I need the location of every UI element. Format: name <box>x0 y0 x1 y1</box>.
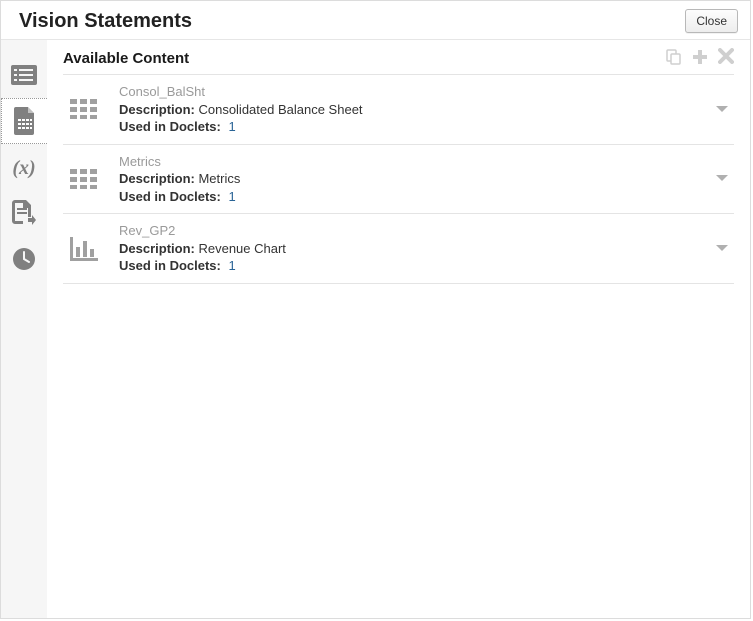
export-doc-icon <box>12 200 36 226</box>
delete-icon[interactable] <box>718 48 734 68</box>
item-expand-button[interactable] <box>710 102 734 117</box>
item-expand-button[interactable] <box>710 241 734 256</box>
tab-export[interactable] <box>1 190 47 236</box>
content-item[interactable]: Metrics Description: Metrics Used in Doc… <box>63 144 734 214</box>
item-description-row: Description: Metrics <box>119 170 696 188</box>
clock-icon <box>12 247 36 271</box>
document-icon <box>14 107 36 135</box>
tab-list[interactable] <box>1 52 47 98</box>
panel-actions <box>666 48 734 68</box>
item-body: Metrics Description: Metrics Used in Doc… <box>119 153 696 206</box>
panel-title: Available Content <box>63 50 189 67</box>
used-value[interactable]: 1 <box>228 189 235 204</box>
list-icon <box>11 65 37 85</box>
item-name: Metrics <box>119 153 696 171</box>
used-label: Used in Doclets: <box>119 258 221 273</box>
chevron-down-icon <box>716 106 728 114</box>
item-body: Consol_BalSht Description: Consolidated … <box>119 83 696 136</box>
chart-icon <box>63 237 105 261</box>
item-body: Rev_GP2 Description: Revenue Chart Used … <box>119 222 696 275</box>
used-value[interactable]: 1 <box>228 258 235 273</box>
chevron-down-icon <box>716 175 728 183</box>
side-tabs: (x) <box>1 40 47 618</box>
main-panel: Available Content <box>47 40 750 618</box>
item-expand-button[interactable] <box>710 171 734 186</box>
used-label: Used in Doclets: <box>119 119 221 134</box>
variable-icon: (x) <box>10 155 38 179</box>
add-icon[interactable] <box>692 49 708 68</box>
description-value: Consolidated Balance Sheet <box>198 102 362 117</box>
dialog-header: Vision Statements Close <box>1 1 750 40</box>
item-used-row: Used in Doclets: 1 <box>119 257 696 275</box>
close-button[interactable]: Close <box>685 9 738 33</box>
item-description-row: Description: Consolidated Balance Sheet <box>119 101 696 119</box>
panel-header: Available Content <box>63 46 734 74</box>
item-name: Consol_BalSht <box>119 83 696 101</box>
description-label: Description: <box>119 102 195 117</box>
item-used-row: Used in Doclets: 1 <box>119 118 696 136</box>
content-item[interactable]: Rev_GP2 Description: Revenue Chart Used … <box>63 213 734 284</box>
description-value: Metrics <box>198 171 240 186</box>
item-description-row: Description: Revenue Chart <box>119 240 696 258</box>
dialog-body: (x) Available Content <box>1 40 750 618</box>
content-item[interactable]: Consol_BalSht Description: Consolidated … <box>63 74 734 144</box>
dialog-title: Vision Statements <box>19 10 192 33</box>
item-used-row: Used in Doclets: 1 <box>119 188 696 206</box>
description-label: Description: <box>119 171 195 186</box>
content-list: Consol_BalSht Description: Consolidated … <box>63 74 734 284</box>
tab-variable[interactable]: (x) <box>1 144 47 190</box>
chevron-down-icon <box>716 245 728 253</box>
grid-icon <box>63 99 105 119</box>
tab-history[interactable] <box>1 236 47 282</box>
description-label: Description: <box>119 241 195 256</box>
grid-icon <box>63 169 105 189</box>
description-value: Revenue Chart <box>198 241 285 256</box>
copy-icon[interactable] <box>666 49 682 68</box>
item-name: Rev_GP2 <box>119 222 696 240</box>
used-label: Used in Doclets: <box>119 189 221 204</box>
svg-text:(x): (x) <box>12 157 35 179</box>
tab-document[interactable] <box>1 98 47 144</box>
used-value[interactable]: 1 <box>228 119 235 134</box>
vision-statements-dialog: Vision Statements Close <box>0 0 751 619</box>
